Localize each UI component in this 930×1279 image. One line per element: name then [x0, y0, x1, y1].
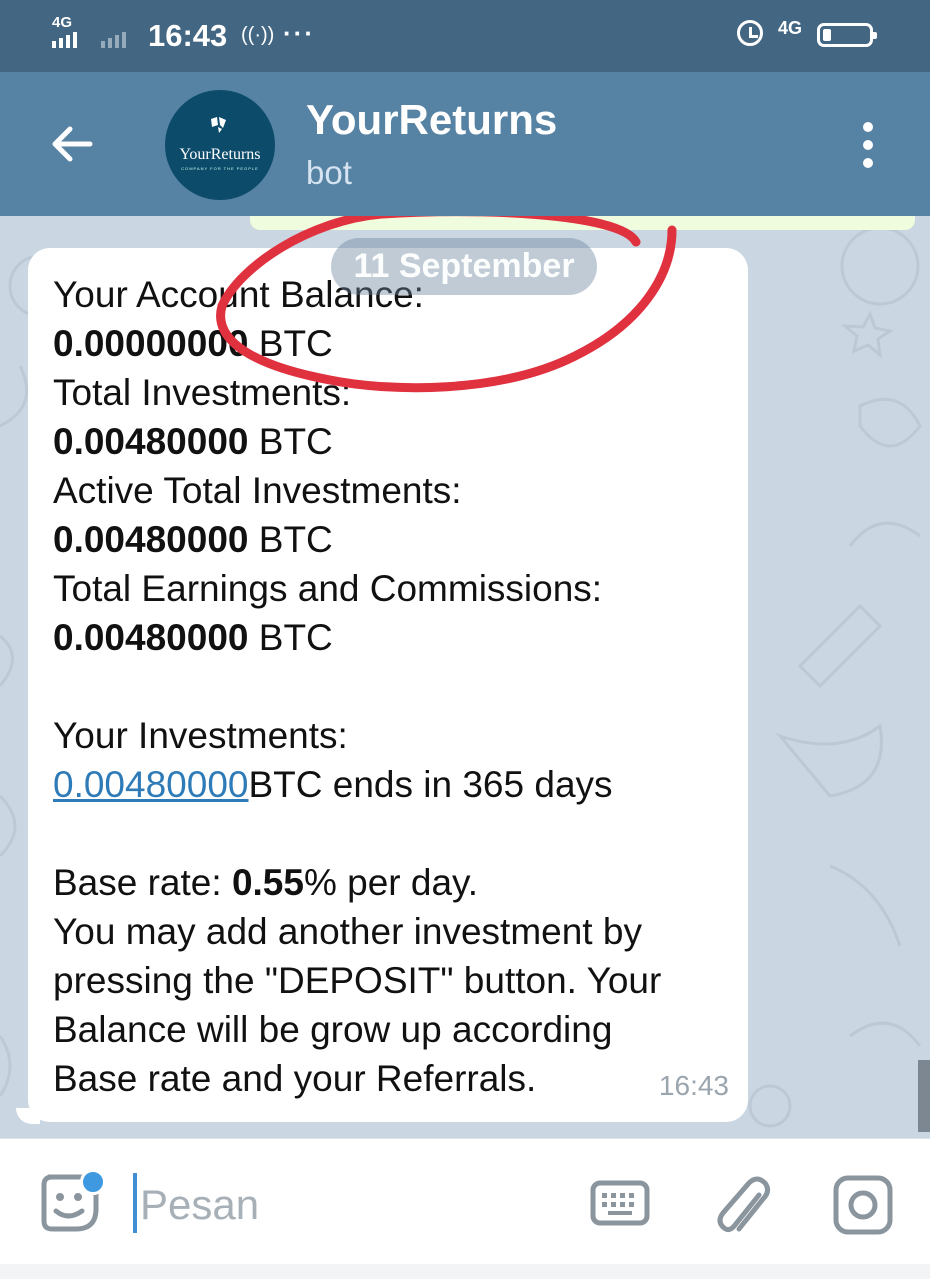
network-type-right-label: 4G — [778, 18, 803, 38]
base-rate-value: 0.55 — [231, 862, 304, 903]
chat-subtitle: bot — [306, 154, 352, 191]
more-notifications-icon: ··· — [283, 18, 315, 48]
status-bar: 4G 16:43 ((·)) ··· 4G — [0, 0, 930, 72]
earnings-row: 0.00480000 BTC — [53, 613, 743, 662]
balance-value: 0.00000000 — [53, 323, 249, 364]
message-bubble[interactable]: Your Account Balance: 0.00000000 BTC Tot… — [28, 248, 748, 1122]
avatar-sublabel: COMPANY FOR THE PEOPLE — [181, 166, 259, 171]
deposit-line: You may add another investment by — [53, 911, 642, 952]
total-investments-currency: BTC — [248, 421, 333, 462]
deposit-line: pressing the "DEPOSIT" button. Your — [53, 960, 662, 1001]
message-input-bar: Pesan — [0, 1138, 930, 1265]
total-investments-row: 0.00480000 BTC — [53, 417, 743, 466]
signal-icon — [52, 30, 80, 48]
status-time: 16:43 — [148, 18, 228, 53]
signal-secondary-icon — [101, 30, 129, 48]
notification-dot — [80, 1169, 106, 1195]
balance-row: 0.00000000 BTC — [53, 319, 743, 368]
keyboard-icon[interactable] — [590, 1179, 650, 1227]
active-total-row: 0.00480000 BTC — [53, 515, 743, 564]
alarm-icon — [737, 20, 763, 46]
text-caret — [133, 1173, 137, 1233]
avatar-label: YourReturns — [179, 146, 261, 163]
message-input[interactable]: Pesan — [140, 1181, 259, 1229]
date-separator: 11 September — [331, 238, 597, 295]
previous-message-bubble — [250, 216, 915, 230]
total-investments-label: Total Investments: — [53, 372, 352, 413]
hotspot-icon: ((·)) — [241, 24, 275, 46]
earnings-label: Total Earnings and Commissions: — [53, 568, 603, 609]
base-rate-prefix: Base rate: — [53, 862, 232, 903]
chat-title[interactable]: YourReturns — [306, 96, 557, 144]
bot-avatar[interactable]: YourReturns COMPANY FOR THE PEOPLE — [165, 90, 275, 200]
network-type-label: 4G — [52, 14, 73, 31]
back-arrow-icon[interactable] — [50, 122, 94, 166]
more-vertical-icon[interactable] — [858, 122, 878, 168]
logo-mark-icon — [211, 117, 226, 133]
earnings-value: 0.00480000 — [53, 617, 249, 658]
message-text: Your Account Balance: 0.00000000 BTC Tot… — [53, 270, 743, 1103]
active-total-value: 0.00480000 — [53, 519, 249, 560]
your-investments-label: Your Investments: — [53, 715, 348, 756]
scrollbar[interactable] — [918, 1060, 930, 1132]
active-total-currency: BTC — [248, 519, 333, 560]
battery-icon — [817, 23, 877, 47]
chat-header: YourReturns COMPANY FOR THE PEOPLE YourR… — [0, 72, 930, 216]
investment-link[interactable]: 0.00480000 — [53, 764, 248, 805]
deposit-line: Balance will be grow up according — [53, 1009, 613, 1050]
navigation-strip — [0, 1264, 930, 1279]
message-time: 16:43 — [658, 1070, 729, 1101]
balance-currency: BTC — [248, 323, 333, 364]
deposit-line: Base rate and your Referrals. — [53, 1058, 537, 1099]
chat-area[interactable]: Your Account Balance: 0.00000000 BTC Tot… — [0, 216, 930, 1138]
base-rate-suffix: % per day. — [303, 862, 479, 903]
paperclip-icon[interactable] — [715, 1169, 773, 1239]
total-investments-value: 0.00480000 — [53, 421, 249, 462]
earnings-currency: BTC — [248, 617, 333, 658]
investment-suffix: BTC ends in 365 days — [248, 764, 613, 805]
investment-row: 0.00480000BTC ends in 365 days — [53, 760, 743, 809]
active-total-label: Active Total Investments: — [53, 470, 462, 511]
camera-icon[interactable] — [833, 1175, 893, 1235]
base-rate-row: Base rate: 0.55% per day. — [53, 858, 743, 907]
